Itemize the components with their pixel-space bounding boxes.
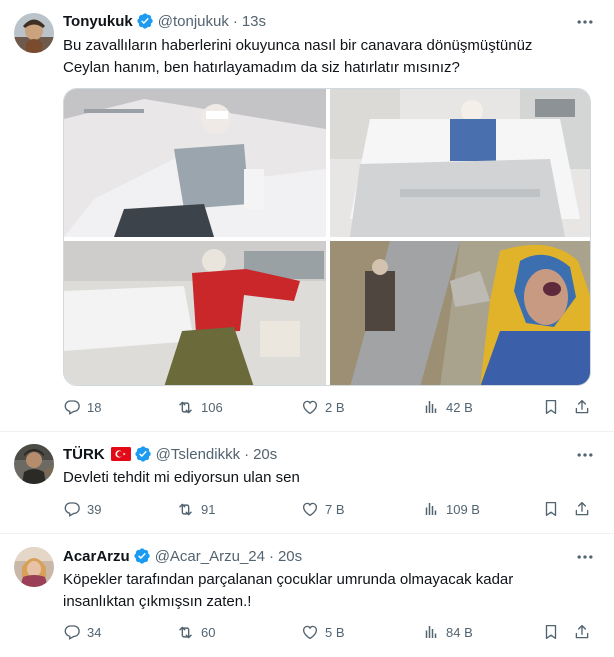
views-icon [422, 398, 440, 416]
separator-dot: · [232, 12, 238, 30]
retweet-button[interactable]: 60 [176, 623, 215, 642]
tweet[interactable]: AcarArzu @Acar_Arzu_24 · 20s Köpekler ta… [0, 534, 614, 657]
tweet[interactable]: Tonyukuk @tonjukuk · 13s Bu zavallıların… [0, 0, 614, 432]
like-button[interactable]: 2 B [301, 398, 345, 416]
views-count: 84 B [446, 624, 473, 640]
views-button[interactable]: 84 B [422, 623, 473, 641]
separator-dot: · [268, 547, 274, 565]
tweet-text-line: Devleti tehdit mi ediyorsun ulan sen [63, 469, 300, 486]
retweet-count: 106 [201, 400, 223, 415]
views-button[interactable]: 109 B [422, 500, 480, 518]
views-count: 42 B [446, 399, 473, 415]
like-count: 5 B [325, 624, 345, 640]
share-button[interactable] [573, 500, 591, 518]
handle[interactable]: @Tslendikkk [156, 446, 240, 463]
handle[interactable]: @tonjukuk [158, 13, 229, 30]
avatar[interactable] [14, 444, 54, 484]
reply-icon [63, 500, 81, 518]
like-icon [301, 500, 319, 518]
reply-icon [63, 398, 81, 416]
photo-child-hospital-bed[interactable] [64, 89, 326, 237]
reply-button[interactable]: 39 [63, 500, 101, 518]
timestamp[interactable]: 20s [278, 548, 302, 565]
tweet-text-line: Ceylan hanım, ben hatırlayamadım da siz … [63, 59, 460, 76]
bookmark-icon [542, 500, 560, 518]
retweet-button[interactable]: 106 [176, 398, 223, 417]
tweet-text-line: Bu zavallıların haberlerini okuyunca nas… [63, 37, 533, 54]
display-name[interactable]: Tonyukuk [63, 13, 133, 30]
reply-count: 39 [87, 501, 102, 517]
retweet-button[interactable]: 91 [176, 500, 215, 519]
share-button[interactable] [573, 623, 591, 641]
reply-button[interactable]: 34 [63, 623, 101, 641]
views-icon [422, 623, 440, 641]
reply-count: 34 [87, 624, 102, 640]
verified-badge-icon [136, 12, 154, 30]
timestamp[interactable]: 20s [253, 446, 277, 463]
views-icon [422, 500, 440, 518]
tweet-text-line: insanlıktan çıkmışsın zaten.! [63, 593, 252, 610]
tweet-text: Bu zavallıların haberlerini okuyunca nas… [63, 35, 593, 79]
verified-badge-icon [133, 547, 151, 565]
action-bar: 39 91 7 B 109 B [63, 500, 598, 522]
action-bar: 18 106 2 B 42 B [63, 398, 598, 420]
retweet-count: 60 [201, 625, 216, 640]
verified-badge-icon [134, 445, 152, 463]
bookmark-button[interactable] [542, 500, 560, 518]
bookmark-icon [542, 623, 560, 641]
tweet[interactable]: TÜRK @Tslendikkk · 20s Devleti tehdit mi… [0, 432, 614, 534]
views-count: 109 B [446, 501, 480, 517]
reply-icon [63, 623, 81, 641]
action-bar: 34 60 5 B 84 B [63, 623, 598, 645]
timestamp[interactable]: 13s [242, 13, 266, 30]
like-button[interactable]: 7 B [301, 500, 345, 518]
turkish-flag-icon [110, 447, 131, 461]
like-button[interactable]: 5 B [301, 623, 345, 641]
retweet-icon [176, 623, 195, 642]
reply-count: 18 [87, 399, 102, 415]
like-count: 2 B [325, 399, 345, 415]
views-button[interactable]: 42 B [422, 398, 473, 416]
media-grid[interactable] [63, 88, 591, 386]
avatar[interactable] [14, 547, 54, 587]
bookmark-button[interactable] [542, 623, 560, 641]
retweet-count: 91 [201, 502, 216, 517]
like-count: 7 B [325, 501, 345, 517]
tweet-text-line: Köpekler tarafından parçalanan çocuklar … [63, 571, 514, 588]
photo-elderly-woman-injured[interactable] [330, 241, 590, 385]
handle[interactable]: @Acar_Arzu_24 [155, 548, 265, 565]
tweet-text: Köpekler tarafından parçalanan çocuklar … [63, 569, 593, 613]
tweet-text: Devleti tehdit mi ediyorsun ulan sen [63, 467, 593, 489]
more-icon[interactable] [574, 444, 596, 466]
like-icon [301, 398, 319, 416]
display-name[interactable]: AcarArzu [63, 548, 130, 565]
display-name[interactable]: TÜRK [63, 446, 105, 463]
like-icon [301, 623, 319, 641]
separator-dot: · [244, 445, 250, 463]
more-icon[interactable] [574, 11, 596, 33]
share-icon [573, 398, 591, 416]
reply-button[interactable]: 18 [63, 398, 101, 416]
share-icon [573, 623, 591, 641]
bookmark-icon [542, 398, 560, 416]
photo-child-bandaged-head[interactable] [330, 89, 590, 237]
photo-child-red-sweater[interactable] [64, 241, 326, 385]
retweet-icon [176, 398, 195, 417]
bookmark-button[interactable] [542, 398, 560, 416]
share-icon [573, 500, 591, 518]
retweet-icon [176, 500, 195, 519]
share-button[interactable] [573, 398, 591, 416]
more-icon[interactable] [574, 546, 596, 568]
avatar[interactable] [14, 13, 54, 53]
